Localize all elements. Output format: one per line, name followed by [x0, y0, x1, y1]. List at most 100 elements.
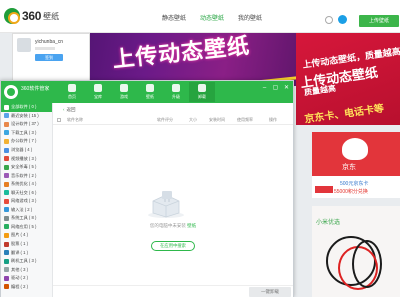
col-install-time[interactable]: 安装时间 [209, 117, 225, 123]
side-promo-ad[interactable]: 上传动态壁纸，质量越高 上传动态壁纸 质量越高 京东卡、电话卡等 [296, 33, 400, 125]
tab-home-label: 首页 [68, 94, 76, 99]
tab-wallpaper[interactable]: 壁纸 [137, 82, 163, 102]
category-icon [4, 215, 9, 221]
wallpaper-icon [146, 84, 154, 92]
sidebar-item-label: 聊天社交 ( 6 ) [11, 189, 37, 195]
sidebar-item[interactable]: 输入法 ( 2 ) [1, 206, 52, 215]
category-icon [4, 241, 9, 247]
sidebar-item[interactable]: 安全杀毒 ( 5 ) [1, 163, 52, 172]
profile-card: yichunba_cn 签到 [12, 33, 90, 83]
sidebar-item[interactable]: 聊天社交 ( 6 ) [1, 188, 52, 197]
category-icon [4, 207, 9, 213]
sidebar-item[interactable]: 驱动 ( 2 ) [1, 274, 52, 283]
col-frequency[interactable]: 使用频率 [237, 117, 253, 123]
sidebar-item[interactable]: 下载工具 ( 3 ) [1, 129, 52, 138]
sidebar-item-label: 驱动 ( 2 ) [11, 275, 28, 281]
upload-wallpaper-button[interactable]: 上传壁纸 [359, 15, 399, 27]
tab-uninstall-label: 卸载 [198, 94, 206, 99]
category-icon [4, 198, 9, 204]
logo-text: 360 [22, 9, 42, 23]
ad-text-prize: 京东卡、电话卡等 [303, 103, 385, 125]
sidebar-item-label: 系统优化 ( 4 ) [11, 181, 37, 187]
sidebar-item[interactable]: 浏览器 ( 4 ) [1, 146, 52, 155]
xiaomi-card-ad[interactable]: 小米优选 [312, 206, 400, 297]
nav-static[interactable]: 静态壁纸 [162, 13, 186, 22]
col-rating[interactable]: 软件评分 [157, 117, 173, 123]
avatar[interactable] [338, 15, 347, 24]
top-icons [325, 15, 347, 24]
tab-game[interactable]: 游戏 [111, 82, 137, 102]
search-in-apps-button[interactable]: 在应用中搜索 [151, 241, 195, 251]
one-click-uninstall-button[interactable]: 一键卸载 [249, 287, 291, 297]
col-name[interactable]: 软件名称 [67, 117, 83, 123]
jd-card-ad[interactable]: 京东 500元京东卡 55000积分兑换 [312, 132, 400, 198]
category-icon [4, 156, 9, 162]
tab-upgrade[interactable]: 升级 [163, 82, 189, 102]
main-panel: ‹ 返回 软件名称 软件评分 大小 安装时间 使用频率 操作 您的电脑中未安装 壁… [53, 103, 293, 297]
sidebar-item-label: 图片 ( 4 ) [11, 232, 28, 238]
sidebar-item[interactable]: 办公软件 ( 7 ) [1, 137, 52, 146]
sidebar-item-label: 股票 ( 1 ) [11, 241, 28, 247]
empty-message-link[interactable]: 壁纸 [187, 223, 196, 228]
logo-mark-icon [4, 8, 20, 24]
category-icon [4, 224, 9, 230]
tab-game-label: 游戏 [120, 94, 128, 99]
sidebar-item-label: 音乐软件 ( 2 ) [11, 172, 37, 178]
sidebar-item[interactable]: 最近安装 ( 15 ) [1, 112, 52, 121]
sidebar-item[interactable]: 音乐软件 ( 2 ) [1, 171, 52, 180]
sidebar-item[interactable]: 刷机工具 ( 3 ) [1, 257, 52, 266]
settings-icon[interactable] [325, 15, 333, 24]
tab-uninstall[interactable]: 卸载 [189, 82, 215, 102]
sidebar-item[interactable]: 网络应用 ( 5 ) [1, 223, 52, 232]
sidebar-item-label: 编程 ( 2 ) [11, 283, 28, 289]
empty-message: 您的电脑中未安装 壁纸 [133, 223, 213, 229]
sidebar-item-label: 安全杀毒 ( 5 ) [11, 164, 37, 170]
category-icon [4, 138, 9, 144]
maximize-icon[interactable]: ▢ [272, 84, 279, 91]
minimize-icon[interactable]: – [261, 84, 268, 91]
breadcrumb[interactable]: ‹ 返回 [63, 107, 76, 113]
col-size[interactable]: 大小 [189, 117, 197, 123]
window-controls: – ▢ ✕ [261, 84, 290, 92]
jd-card-image: 京东 [312, 132, 400, 176]
empty-message-text: 您的电脑中未安装 [149, 223, 186, 228]
signin-button[interactable]: 签到 [35, 54, 63, 61]
tab-treasure-label: 宝库 [94, 94, 102, 99]
profile-avatar[interactable] [17, 38, 31, 52]
sidebar-item[interactable]: 系统工具 ( 8 ) [1, 214, 52, 223]
sidebar-item-label: 其他 ( 3 ) [11, 266, 28, 272]
sidebar-item-label: 视频播放 ( 3 ) [11, 155, 37, 161]
jd-brand: 京东 [342, 164, 356, 171]
xiaomi-label: 小米优选 [316, 220, 341, 226]
profile-level-bar [35, 47, 55, 50]
sidebar-item[interactable]: 图片 ( 4 ) [1, 231, 52, 240]
sidebar-item[interactable]: 其他 ( 3 ) [1, 265, 52, 274]
sidebar-item[interactable]: 编程 ( 2 ) [1, 282, 52, 291]
tab-upgrade-label: 升级 [172, 94, 180, 99]
tab-home[interactable]: 首页 [59, 82, 85, 102]
sidebar-item-label: 设计软件 ( 37 ) [11, 121, 39, 127]
nav-dynamic[interactable]: 动态壁纸 [200, 13, 224, 22]
jd-dog-icon [342, 138, 368, 160]
sidebar-item[interactable]: 设计软件 ( 37 ) [1, 120, 52, 129]
close-icon[interactable]: ✕ [283, 84, 290, 91]
site-logo[interactable]: 360 壁纸 [4, 7, 59, 25]
nav-mine[interactable]: 我的壁纸 [238, 13, 262, 22]
category-icon [4, 147, 9, 153]
select-all-checkbox[interactable] [57, 118, 61, 122]
sidebar-item[interactable]: 视频播放 ( 3 ) [1, 154, 52, 163]
sidebar-item[interactable]: 股票 ( 1 ) [1, 240, 52, 249]
sidebar-item[interactable]: 翻译 ( 1 ) [1, 248, 52, 257]
uninstall-icon [198, 84, 206, 92]
sidebar-item[interactable]: 系统优化 ( 4 ) [1, 180, 52, 189]
cable-image-2 [352, 240, 382, 288]
sidebar-item[interactable]: 网络游戏 ( 3 ) [1, 197, 52, 206]
category-icon [4, 164, 9, 170]
table-header: 软件名称 软件评分 大小 安装时间 使用频率 操作 [53, 115, 293, 125]
category-icon [4, 113, 9, 119]
category-icon [4, 190, 9, 196]
tab-treasure[interactable]: 宝库 [85, 82, 111, 102]
category-icon [4, 250, 9, 256]
back-icon: ‹ [63, 107, 65, 112]
sidebar-item[interactable]: 全部软件 ( 0 ) [1, 103, 52, 112]
